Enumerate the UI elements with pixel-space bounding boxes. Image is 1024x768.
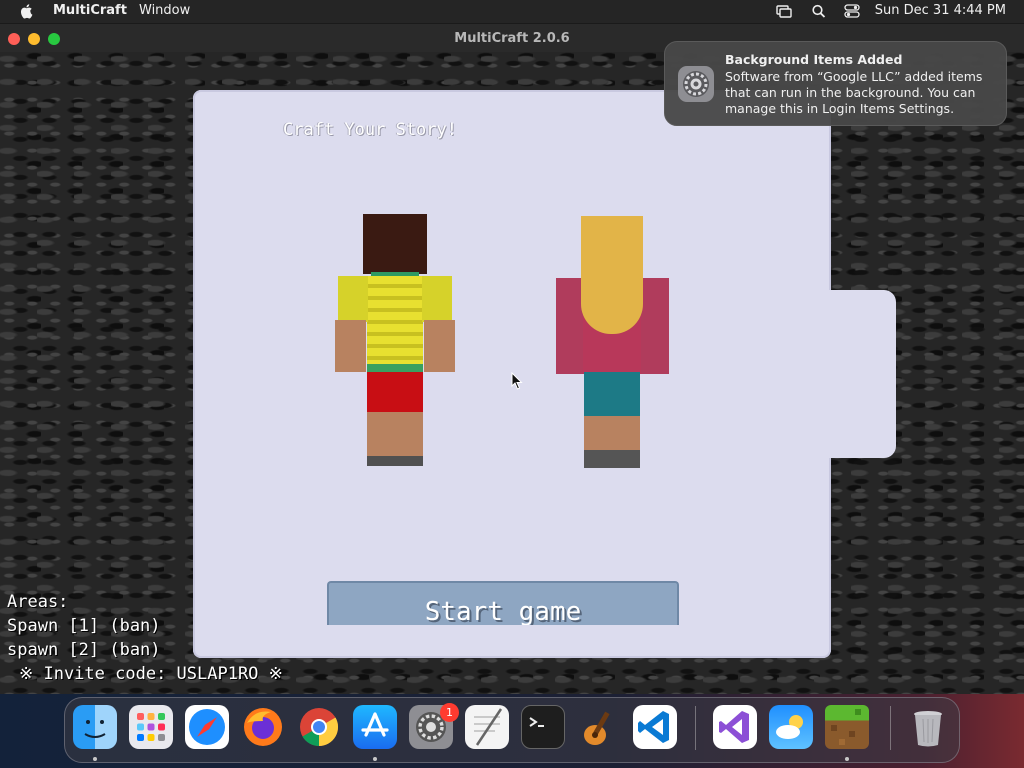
- running-indicator: [845, 757, 849, 761]
- dock-separator: [890, 706, 891, 750]
- panel-title: Craft Your Story!: [283, 120, 457, 140]
- terminal-icon[interactable]: [521, 705, 565, 749]
- search-icon[interactable]: [811, 4, 827, 18]
- garageband-icon[interactable]: [577, 705, 621, 749]
- female-skin-preview[interactable]: [555, 216, 671, 470]
- skin-right-arm: [640, 278, 669, 374]
- skin-right-sleeve: [422, 276, 452, 322]
- notification-title: Background Items Added: [725, 52, 903, 67]
- skin-shoes: [367, 456, 423, 466]
- skin-shorts: [367, 372, 423, 412]
- textedit-icon[interactable]: [465, 705, 509, 749]
- skin-left-sleeve: [338, 276, 368, 322]
- notification-badge: 1: [440, 703, 459, 722]
- background-items-notification[interactable]: Background Items Added Software from “Go…: [664, 41, 1007, 126]
- skin-shoes: [584, 450, 640, 468]
- skin-left-arm: [335, 320, 366, 372]
- finder-icon[interactable]: [73, 705, 117, 749]
- visual-studio-icon[interactable]: [713, 705, 757, 749]
- firefox-icon[interactable]: [241, 705, 285, 749]
- control-center-icon[interactable]: [844, 4, 860, 18]
- menu-bar: MultiCraft Window Sun Dec 31 4:44 PM: [0, 0, 1024, 23]
- skin-torso: [367, 276, 423, 372]
- app-store-icon[interactable]: [353, 705, 397, 749]
- skin-legs: [584, 416, 640, 452]
- menu-clock[interactable]: Sun Dec 31 4:44 PM: [875, 3, 1006, 18]
- panel-side-tab[interactable]: [829, 290, 896, 458]
- skin-waist: [367, 364, 423, 372]
- weather-icon[interactable]: [769, 705, 813, 749]
- invite-code: ※ Invite code: USLAP1RO ※: [19, 664, 283, 684]
- skin-shorts: [584, 372, 640, 418]
- areas-heading: Areas:: [7, 592, 69, 612]
- dock-separator: [695, 706, 696, 750]
- skin-hair: [581, 216, 643, 334]
- running-indicator: [373, 757, 377, 761]
- male-skin-preview[interactable]: [334, 214, 456, 468]
- safari-icon[interactable]: [185, 705, 229, 749]
- trash-icon[interactable]: [906, 705, 950, 749]
- menu-app-name[interactable]: MultiCraft: [53, 3, 127, 18]
- mouse-cursor-icon: [511, 372, 523, 390]
- area-item: spawn [2] (ban): [7, 640, 161, 660]
- screen-mirror-icon[interactable]: [776, 4, 792, 18]
- start-game-button[interactable]: Start game: [327, 581, 679, 625]
- apple-icon[interactable]: [19, 3, 33, 19]
- skin-legs: [367, 412, 423, 458]
- area-item: Spawn [1] (ban): [7, 616, 161, 636]
- skin-head: [363, 214, 427, 274]
- multicraft-icon[interactable]: [825, 705, 869, 749]
- launchpad-icon[interactable]: [129, 705, 173, 749]
- vscode-icon[interactable]: [633, 705, 677, 749]
- running-indicator: [93, 757, 97, 761]
- chrome-icon[interactable]: [297, 705, 341, 749]
- skin-right-arm: [424, 320, 455, 372]
- notification-body: Software from “Google LLC” added items t…: [725, 69, 983, 116]
- system-settings-icon: [678, 66, 714, 102]
- menu-window[interactable]: Window: [139, 3, 190, 18]
